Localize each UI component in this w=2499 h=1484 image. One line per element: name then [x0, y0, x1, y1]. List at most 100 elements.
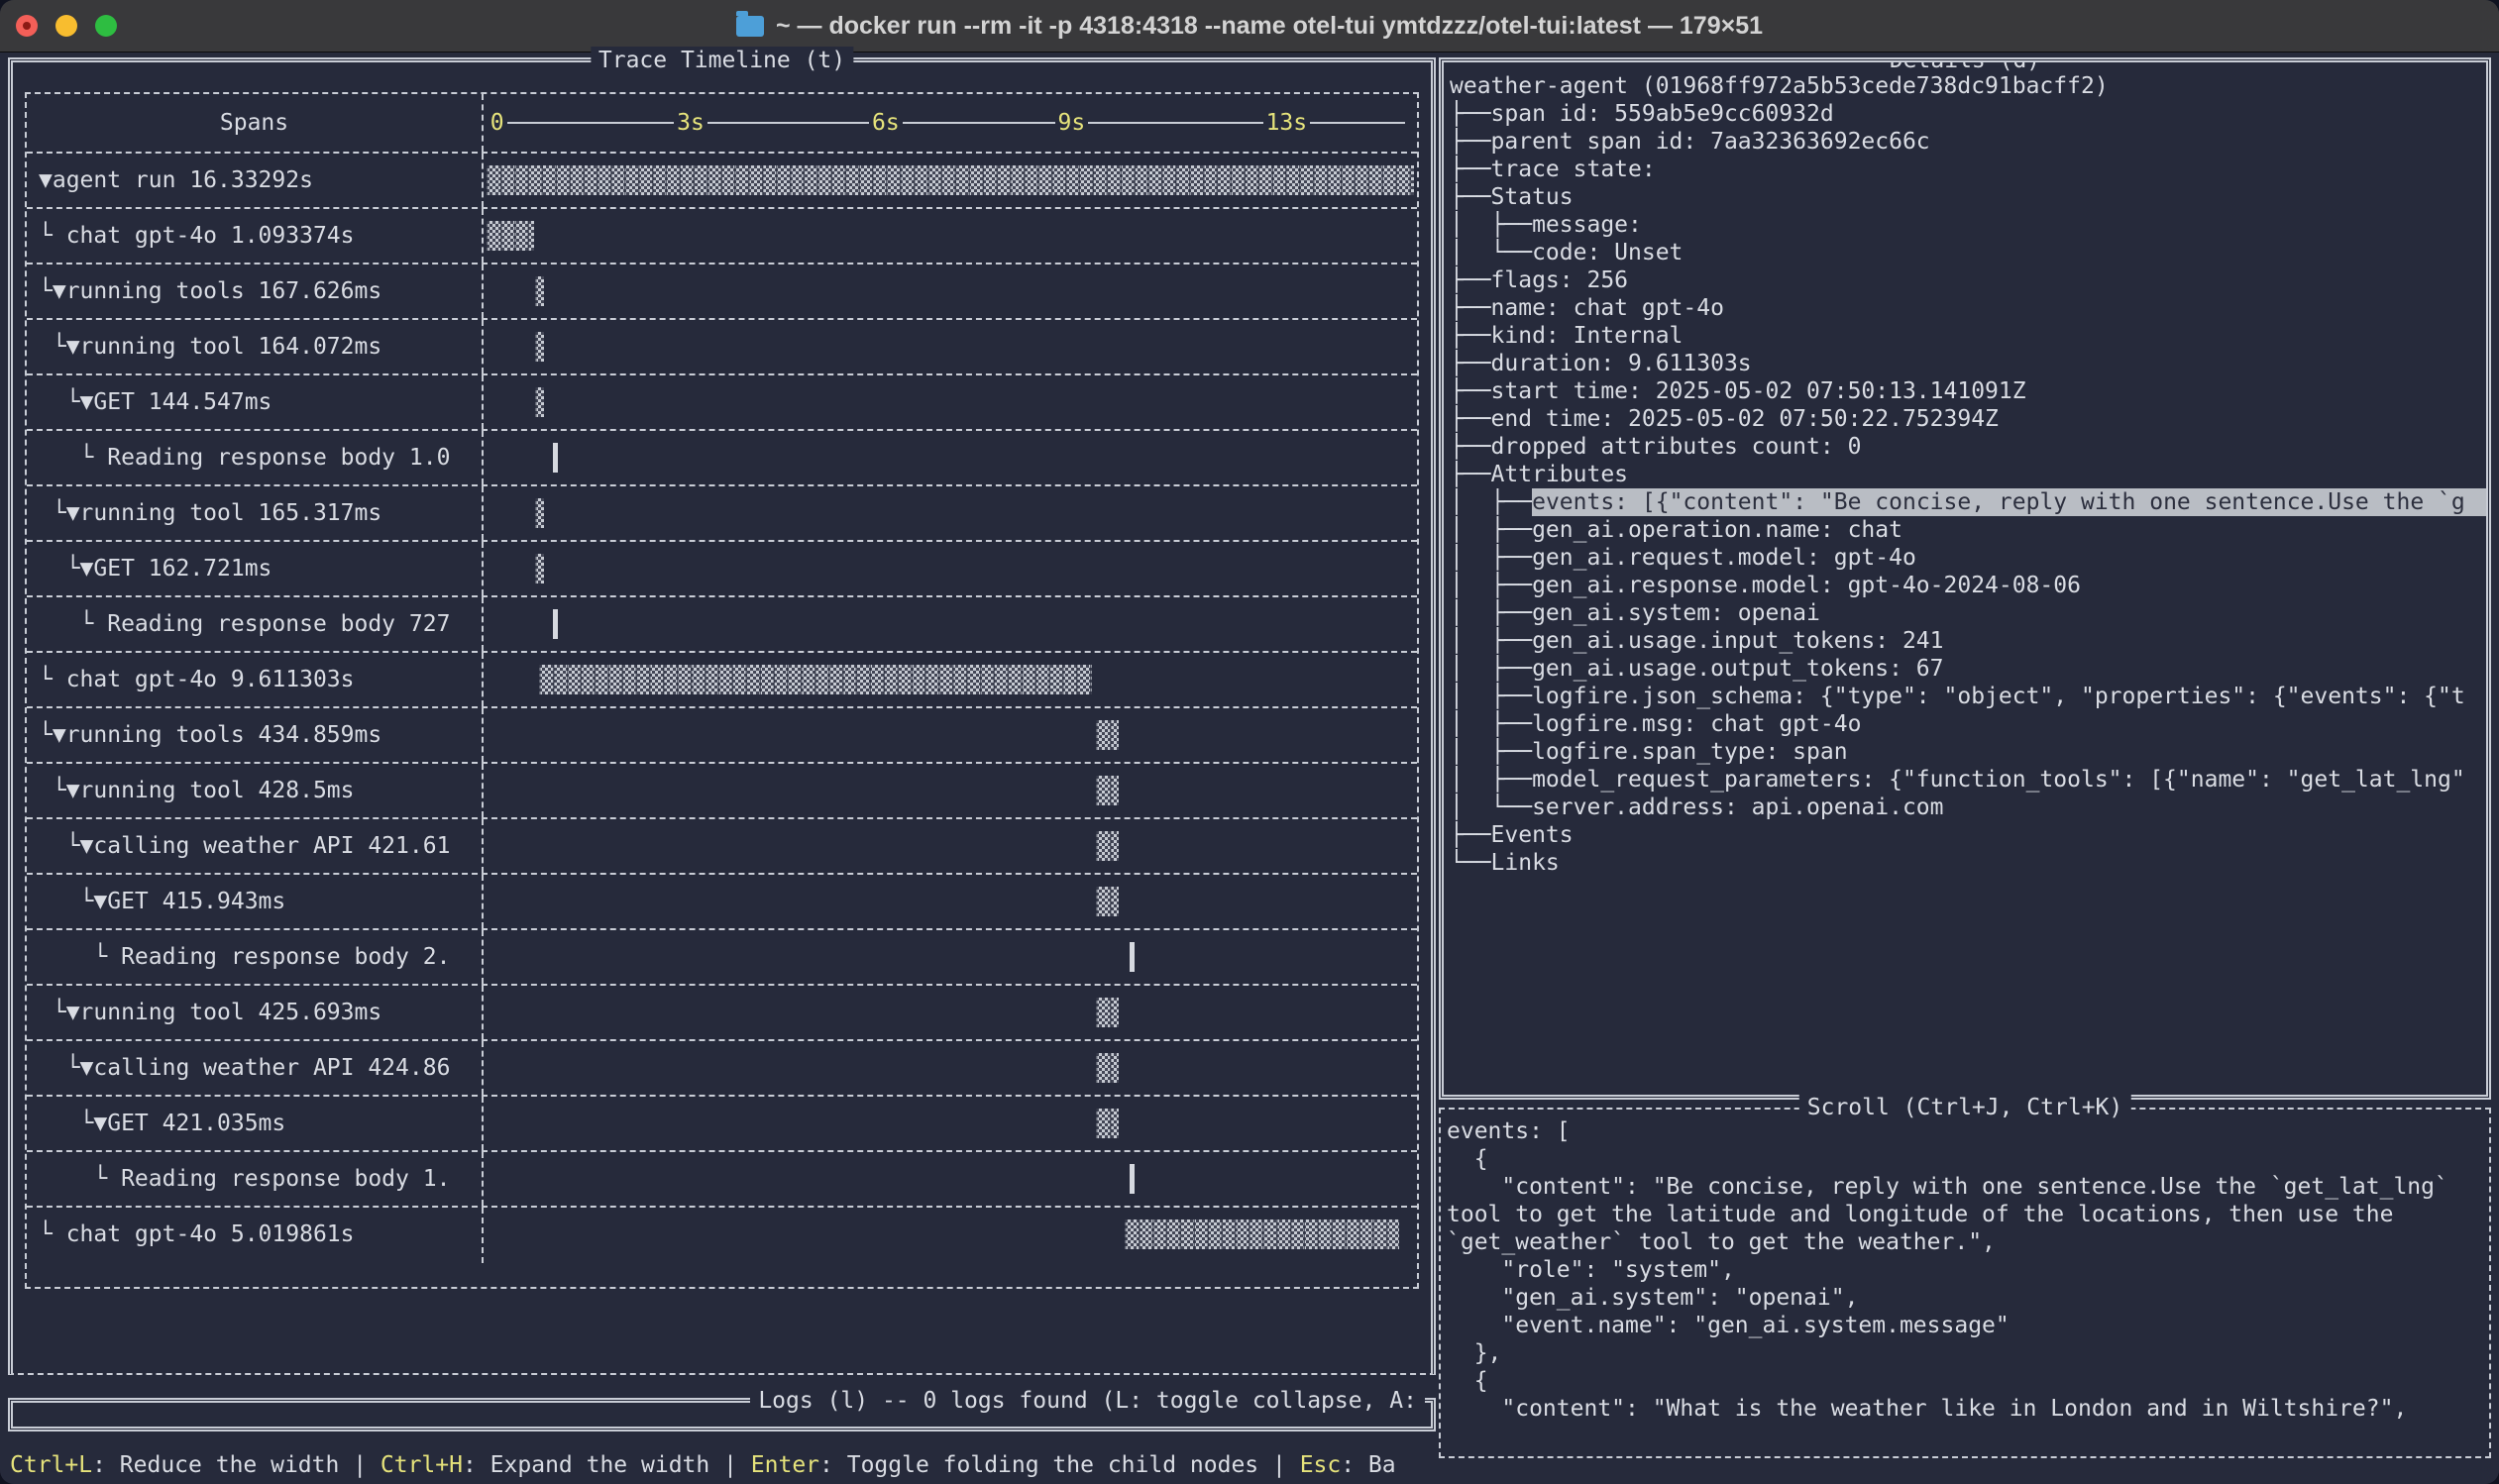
status-key-description: : Reduce the width — [92, 1452, 339, 1478]
scroll-line: tool to get the latitude and longitude o… — [1447, 1201, 2489, 1228]
span-label: ▼agent run 16.33292s — [27, 154, 482, 207]
span-label: └▼running tools 167.626ms — [27, 265, 482, 318]
details-panel[interactable]: Details (d) weather-agent (01968ff972a5b… — [1439, 57, 2491, 1100]
detail-line: ├──start time: 2025-05-02 07:50:13.14109… — [1450, 377, 2486, 405]
detail-line: ├──Events — [1450, 821, 2486, 849]
span-row[interactable]: └▼running tools 434.859ms — [27, 708, 1417, 764]
close-dot-icon — [23, 22, 31, 30]
detail-line: ├──Status — [1450, 183, 2486, 211]
span-row[interactable]: └ chat gpt-4o 5.019861s — [27, 1208, 1417, 1263]
span-row[interactable]: └▼running tool 425.693ms — [27, 986, 1417, 1041]
span-timeline-cell — [482, 209, 1417, 263]
terminal-window: ~ — docker run --rm -it -p 4318:4318 --n… — [0, 0, 2499, 1484]
span-row[interactable]: └ Reading response body 1. — [27, 1152, 1417, 1208]
detail-line: │ ├──logfire.msg: chat gpt-4o — [1450, 710, 2486, 738]
span-label: └ chat gpt-4o 5.019861s — [27, 1208, 482, 1263]
span-timeline-cell — [482, 431, 1417, 484]
span-label: └▼GET 421.035ms — [27, 1097, 482, 1150]
span-event-marker — [553, 443, 558, 473]
span-label: └ Reading response body 1.0 — [27, 431, 482, 484]
logs-panel[interactable]: Logs (l) -- 0 logs found (L: toggle coll… — [8, 1398, 1436, 1431]
span-row[interactable]: └ Reading response body 1.0 — [27, 431, 1417, 486]
span-row[interactable]: └ Reading response body 2. — [27, 930, 1417, 986]
span-row[interactable]: └▼calling weather API 421.61 — [27, 819, 1417, 875]
detail-line: ├──Attributes — [1450, 461, 2486, 488]
axis-tick-label: 6s — [869, 94, 903, 152]
span-label: └ chat gpt-4o 1.093374s — [27, 209, 482, 263]
trace-panel-title: Trace Timeline (t) — [591, 47, 853, 74]
scroll-line: { — [1447, 1367, 2489, 1395]
span-timeline-cell — [482, 930, 1417, 984]
span-label: └ Reading response body 727 — [27, 597, 482, 651]
span-label: └ Reading response body 1. — [27, 1152, 482, 1206]
span-duration-bar — [1096, 720, 1119, 750]
span-duration-bar — [487, 221, 534, 251]
status-key-hint: Enter — [751, 1452, 819, 1478]
scroll-line: "gen_ai.system": "openai", — [1447, 1284, 2489, 1312]
span-timeline-cell — [482, 819, 1417, 873]
detail-line: │ └──code: Unset — [1450, 239, 2486, 266]
span-duration-bar — [535, 387, 544, 417]
status-separator: | — [1258, 1452, 1300, 1478]
spans-table: Spans 03s6s9s13s ▼agent run 16.33292s└ c… — [25, 92, 1419, 1289]
span-row[interactable]: └ chat gpt-4o 1.093374s — [27, 209, 1417, 265]
status-separator: | — [709, 1452, 751, 1478]
span-row[interactable]: └▼GET 415.943ms — [27, 875, 1417, 930]
scroll-line: `get_weather` tool to get the weather.", — [1447, 1228, 2489, 1256]
fullscreen-button[interactable] — [95, 15, 117, 37]
timeline-axis: 03s6s9s13s — [482, 94, 1417, 152]
span-duration-bar — [1096, 831, 1119, 861]
scroll-panel[interactable]: Scroll (Ctrl+J, Ctrl+K) events: [ { "con… — [1439, 1108, 2491, 1458]
span-row[interactable]: └▼GET 162.721ms — [27, 542, 1417, 597]
span-label: └ chat gpt-4o 9.611303s — [27, 653, 482, 706]
detail-line: ├──dropped attributes count: 0 — [1450, 433, 2486, 461]
detail-line: │ └──server.address: api.openai.com — [1450, 794, 2486, 821]
detail-line: ├──parent span id: 7aa32363692ec66c — [1450, 128, 2486, 156]
span-timeline-cell — [482, 320, 1417, 373]
span-timeline-cell — [482, 1152, 1417, 1206]
span-label: └▼running tool 425.693ms — [27, 986, 482, 1039]
span-row[interactable]: ▼agent run 16.33292s — [27, 154, 1417, 209]
span-timeline-cell — [482, 1208, 1417, 1263]
span-label: └▼GET 162.721ms — [27, 542, 482, 595]
span-row[interactable]: └▼GET 144.547ms — [27, 375, 1417, 431]
scroll-line: "content": "What is the weather like in … — [1447, 1395, 2489, 1423]
detail-line: │ ├──gen_ai.system: openai — [1450, 599, 2486, 627]
span-duration-bar — [535, 498, 544, 528]
span-row[interactable]: └ Reading response body 727 — [27, 597, 1417, 653]
span-row[interactable]: └▼GET 421.035ms — [27, 1097, 1417, 1152]
span-timeline-cell — [482, 764, 1417, 817]
minimize-button[interactable] — [55, 15, 77, 37]
detail-line: ├──end time: 2025-05-02 07:50:22.752394Z — [1450, 405, 2486, 433]
span-event-marker — [1130, 1164, 1135, 1194]
scroll-line: }, — [1447, 1339, 2489, 1367]
span-duration-bar — [535, 332, 544, 362]
span-timeline-cell — [482, 265, 1417, 318]
axis-tick-label: 0 — [488, 94, 507, 152]
span-row[interactable]: └▼running tools 167.626ms — [27, 265, 1417, 320]
span-duration-bar — [1125, 1219, 1399, 1249]
axis-tick-label: 9s — [1055, 94, 1089, 152]
span-row[interactable]: └▼running tool 428.5ms — [27, 764, 1417, 819]
scroll-line: { — [1447, 1145, 2489, 1173]
detail-line: │ ├──message: — [1450, 211, 2486, 239]
span-label: └▼running tool 165.317ms — [27, 486, 482, 540]
span-row[interactable]: └▼running tool 164.072ms — [27, 320, 1417, 375]
window-title-text: ~ — docker run --rm -it -p 4318:4318 --n… — [776, 12, 1763, 41]
detail-line: ├──span id: 559ab5e9cc60932d — [1450, 100, 2486, 128]
span-duration-bar — [1096, 887, 1119, 916]
details-panel-title: Details (d) — [1882, 57, 2048, 74]
span-row[interactable]: └▼running tool 165.317ms — [27, 486, 1417, 542]
span-row[interactable]: └▼calling weather API 424.86 — [27, 1041, 1417, 1097]
span-duration-bar — [1096, 1053, 1119, 1083]
span-label: └▼running tool 164.072ms — [27, 320, 482, 373]
trace-timeline-panel[interactable]: Trace Timeline (t) Spans 03s6s9s13s ▼age… — [8, 57, 1436, 1375]
span-duration-bar — [1096, 776, 1119, 805]
span-row[interactable]: └ chat gpt-4o 9.611303s — [27, 653, 1417, 708]
scroll-line: "role": "system", — [1447, 1256, 2489, 1284]
detail-line-selected[interactable]: │ ├──events: [{"content": "Be concise, r… — [1450, 488, 2486, 516]
close-button[interactable] — [16, 15, 38, 37]
logs-panel-title: Logs (l) -- 0 logs found (L: toggle coll… — [750, 1387, 1425, 1415]
scroll-line: "content": "Be concise, reply with one s… — [1447, 1173, 2489, 1201]
detail-line: │ ├──model_request_parameters: {"functio… — [1450, 766, 2486, 794]
